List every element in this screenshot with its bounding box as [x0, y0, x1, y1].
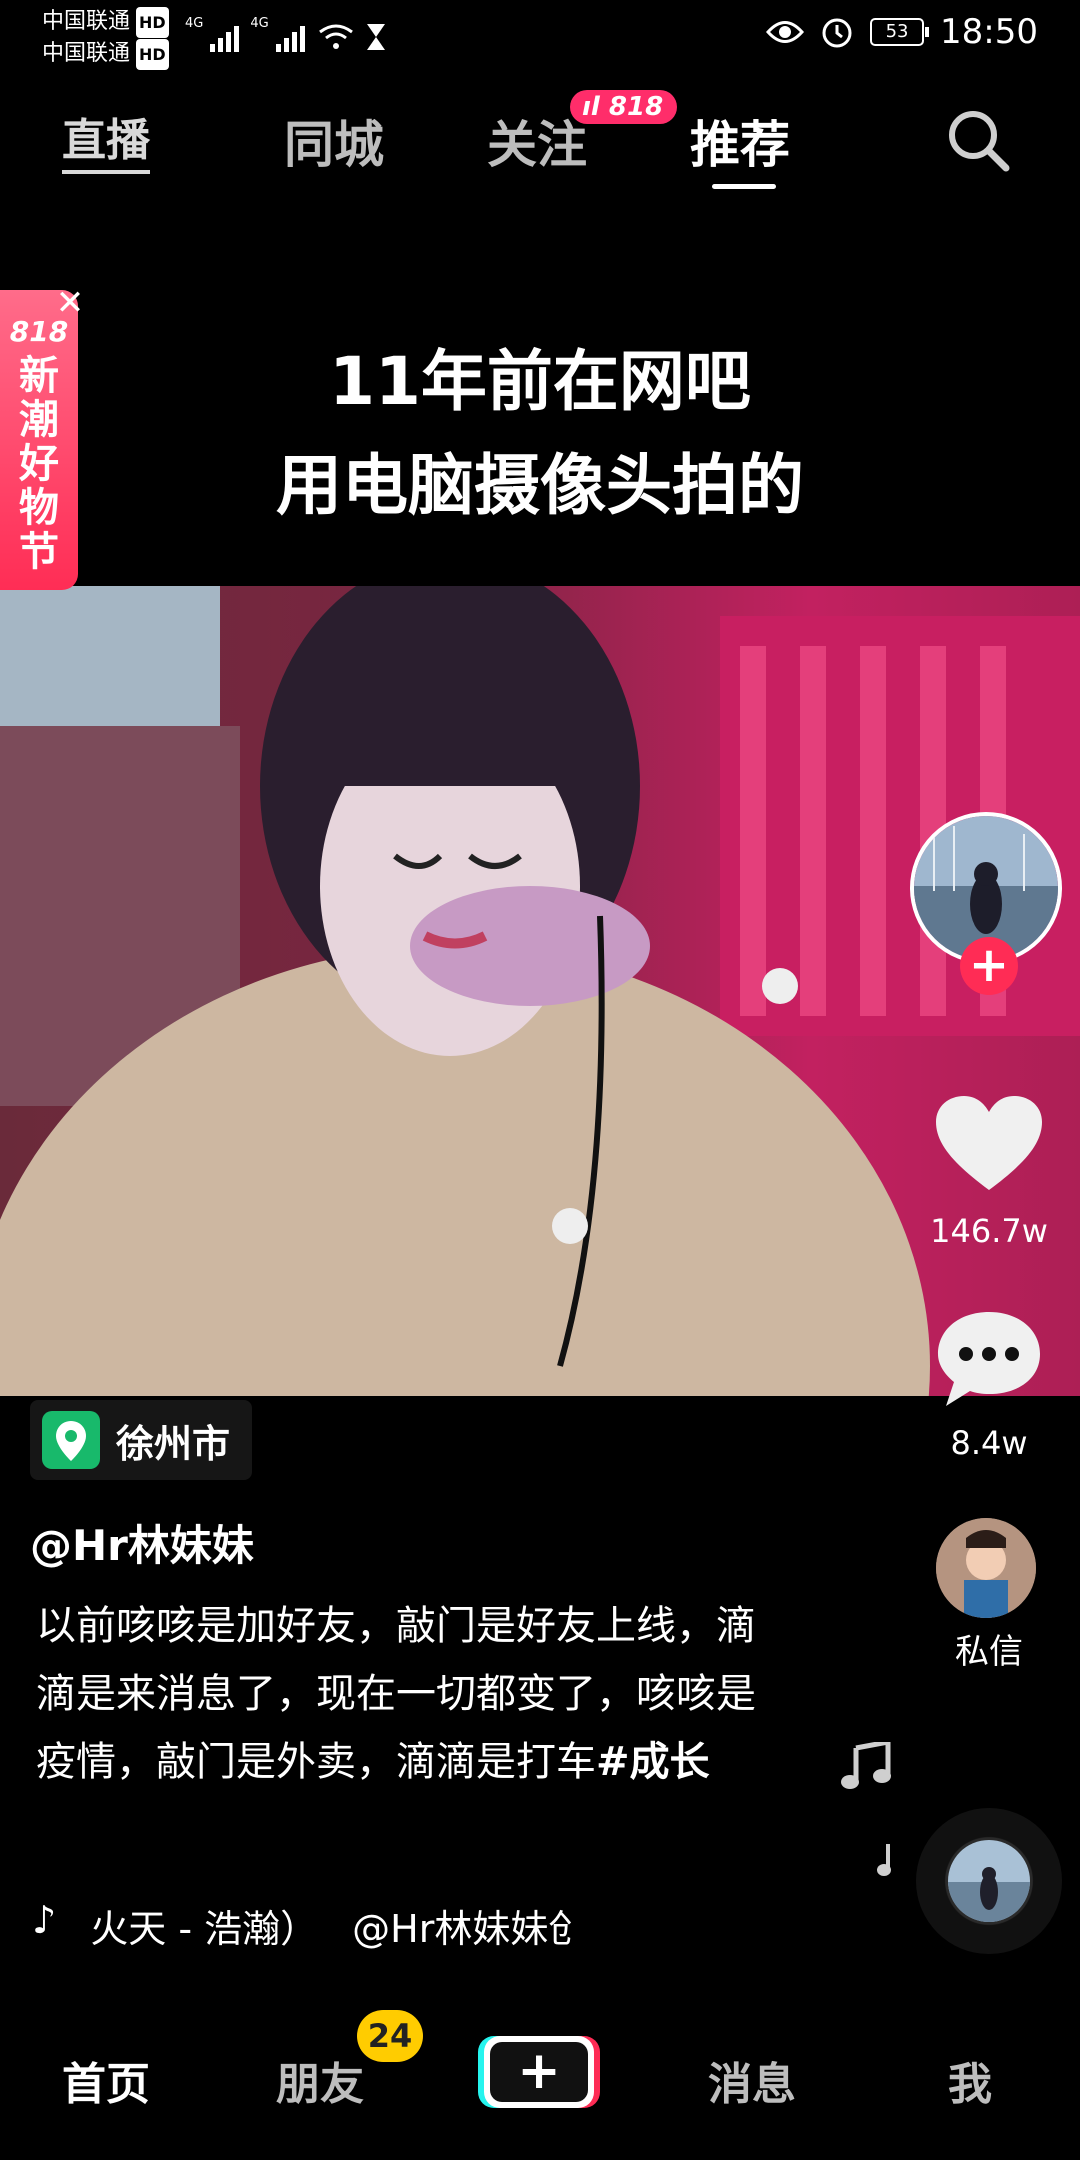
promo-char-5: 节 — [19, 529, 59, 575]
caption-line-1: 11年前在网吧 — [329, 343, 751, 420]
promo-char-4: 物 — [19, 485, 59, 531]
comment-count: 8.4w — [950, 1424, 1028, 1462]
tiktok-note-icon: ♪ — [32, 1898, 57, 1942]
tab-city[interactable]: 同城 — [284, 105, 384, 177]
music-title: 火天 - 浩瀚） — [90, 1907, 319, 1951]
author-name[interactable]: @Hr林妹妹 — [30, 1512, 254, 1573]
video-caption: 11年前在网吧 用电脑摄像头拍的 — [0, 330, 1080, 538]
network-type: 4G — [185, 16, 204, 31]
friends-badge: 24 — [357, 2010, 423, 2062]
heart-icon[interactable] — [934, 1094, 1044, 1194]
location-name: 徐州市 — [116, 1421, 231, 1466]
search-icon[interactable] — [946, 108, 1012, 174]
video-frame[interactable] — [0, 586, 1080, 1396]
wifi-icon — [318, 24, 353, 49]
carrier-2: 中国联通 — [42, 41, 131, 66]
video-description: 以前咳咳是加好友，敲门是好友上线，滴滴是来消息了，现在一切都变了，咳咳是疫情，敲… — [36, 1592, 776, 1796]
comment-icon[interactable] — [934, 1308, 1044, 1412]
follow-badge: ıl 818 — [570, 90, 678, 124]
promo-char-3: 好 — [19, 441, 59, 487]
hashtag[interactable]: #成长 — [596, 1739, 710, 1785]
signal-icons: 4G 4G — [185, 16, 387, 52]
tab-live[interactable]: 直播 — [62, 104, 150, 174]
location-pin-icon — [42, 1411, 100, 1469]
carrier-1: 中国联通 — [42, 9, 131, 34]
follow-plus-button[interactable]: + — [960, 937, 1018, 995]
tab-recommend[interactable]: 推荐 — [690, 105, 790, 177]
promo-char-2: 潮 — [19, 397, 59, 443]
active-tab-indicator — [712, 184, 776, 189]
create-button[interactable]: + — [484, 2036, 594, 2108]
close-icon[interactable]: ✕ — [50, 283, 90, 323]
caption-line-2: 用电脑摄像头拍的 — [276, 447, 804, 524]
dm-label[interactable]: 私信 — [909, 1624, 1069, 1673]
nav-home[interactable]: 首页 — [62, 2048, 150, 2112]
music-marquee[interactable]: ♪ 火天 - 浩瀚） @Hr林妹妹创 — [32, 1898, 572, 1953]
status-bar-right: 53 18:50 — [766, 12, 1038, 52]
music-note-icon — [841, 1742, 891, 1789]
hd-badge-2: HD — [136, 39, 169, 70]
promo-818-sticker[interactable]: 818 新 潮 好 物 节 — [0, 290, 78, 590]
hourglass-icon — [366, 24, 385, 50]
audio-bars-icon: ıl — [582, 92, 600, 122]
clock: 18:50 — [940, 12, 1038, 52]
promo-char-1: 新 — [19, 353, 59, 399]
small-note-icon — [877, 1844, 891, 1876]
status-bar-left: 中国联通 HD 中国联通 HD — [42, 6, 169, 70]
music-disc[interactable] — [916, 1808, 1062, 1954]
nav-me[interactable]: 我 — [948, 2048, 992, 2112]
plus-icon: + — [490, 2042, 588, 2102]
video-image — [0, 586, 1080, 1396]
battery-indicator: 53 — [870, 18, 930, 46]
like-count: 146.7w — [930, 1212, 1048, 1250]
alarm-icon — [822, 18, 852, 48]
location-tag[interactable]: 徐州市 — [30, 1400, 252, 1480]
nav-messages[interactable]: 消息 — [708, 2048, 796, 2112]
dm-avatar[interactable] — [936, 1518, 1036, 1618]
network-type-2: 4G — [250, 16, 269, 31]
eye-icon — [766, 21, 805, 43]
nav-friends[interactable]: 朋友 — [276, 2048, 364, 2112]
hd-badge-1: HD — [136, 7, 169, 38]
music-author: @Hr林妹妹创 — [352, 1907, 572, 1951]
